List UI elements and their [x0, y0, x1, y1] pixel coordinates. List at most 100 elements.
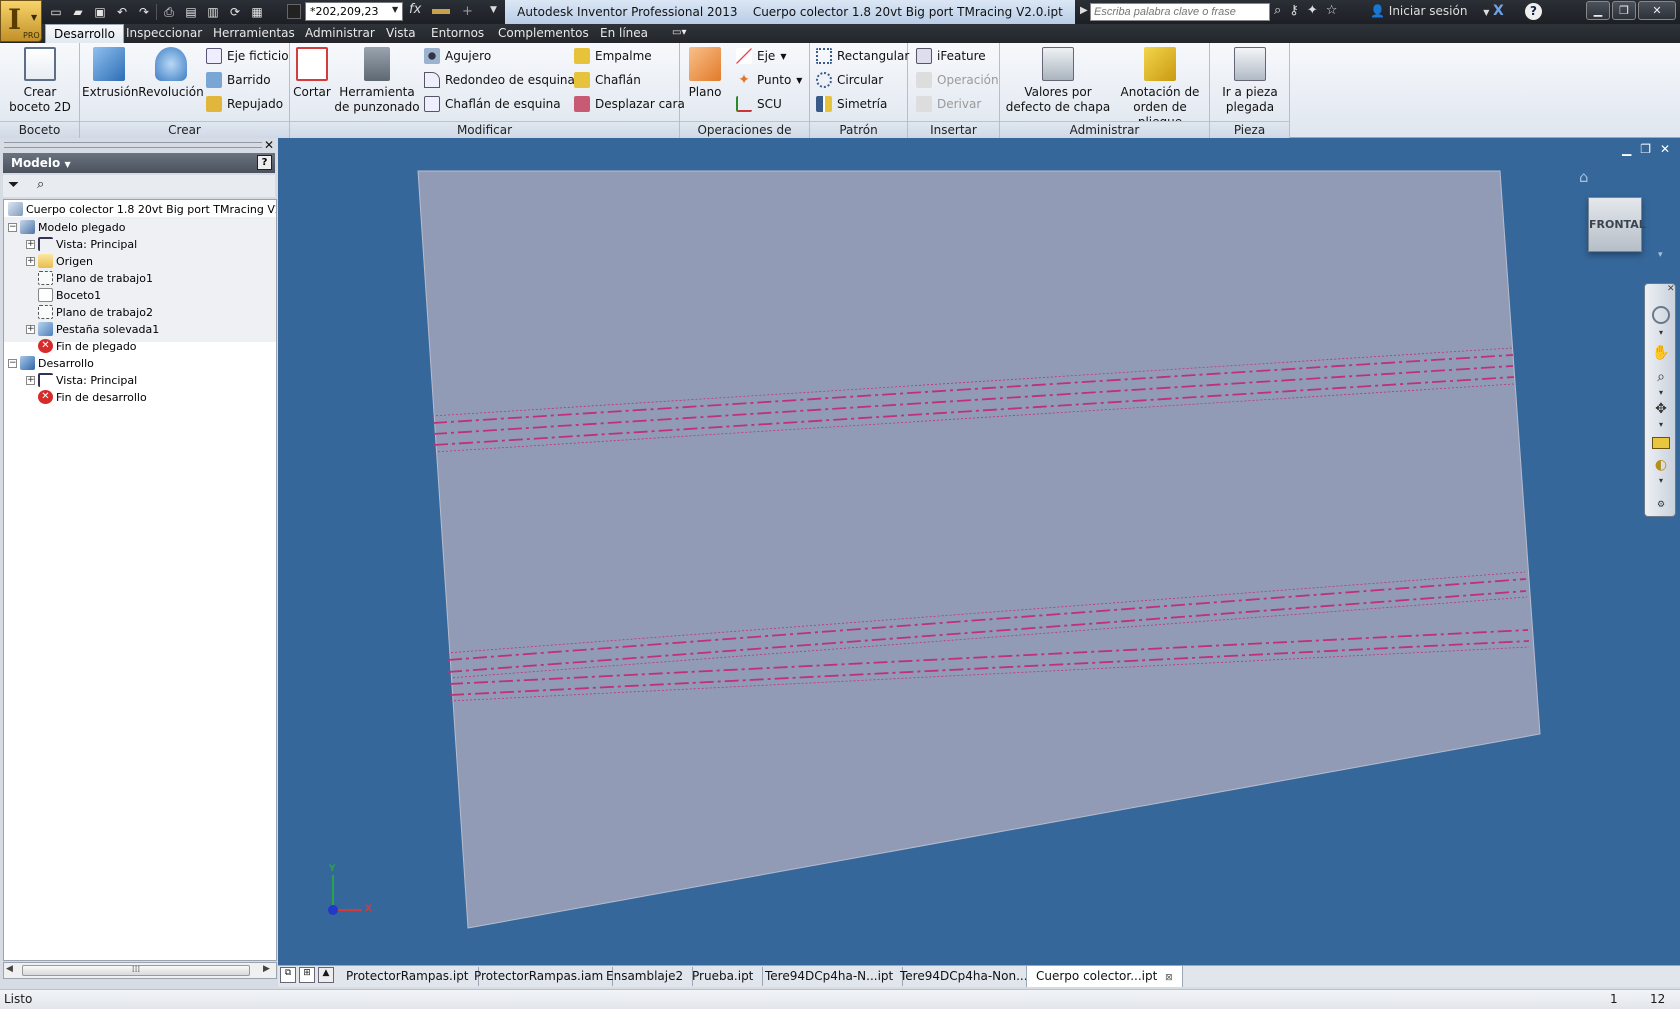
open-folder-icon[interactable]: ▰ — [68, 3, 88, 21]
document-tab-active[interactable]: Cuerpo colector...ipt ⊠ — [1026, 965, 1183, 987]
scroll-right-icon[interactable]: ▶ — [263, 964, 270, 974]
properties-icon[interactable]: ▤ — [181, 3, 201, 21]
tab-list-icon[interactable]: ▲ — [318, 967, 334, 983]
restore-icon[interactable]: ❐ — [1640, 142, 1651, 156]
document-tab[interactable]: Tere94DCp4ha-N...ipt — [756, 967, 904, 986]
application-menu-button[interactable]: I ▼ PRO — [0, 0, 42, 42]
collapse-icon[interactable]: − — [8, 222, 17, 232]
tab-herramientas[interactable]: Herramientas — [205, 24, 303, 43]
tree-node-plano-trabajo2[interactable]: Plano de trabajo2 — [38, 303, 153, 321]
key-icon[interactable]: ⚷ — [1289, 3, 1299, 18]
sheet-metal-flat[interactable] — [417, 170, 1541, 929]
viewcube[interactable]: FRONTAL — [1588, 197, 1646, 252]
go-to-folded-button[interactable]: Ir a pieza plegada — [1214, 45, 1286, 115]
close-icon[interactable]: ✕ — [1660, 142, 1670, 156]
chevron-down-icon[interactable]: ▼ — [392, 5, 398, 14]
pan-hand-icon[interactable]: ✋ — [1652, 344, 1670, 362]
extrusion-button[interactable]: Extrusión — [82, 45, 138, 100]
tree-node-desarrollo[interactable]: − Desarrollo — [8, 354, 94, 372]
restore-button[interactable]: ❐ — [1612, 1, 1636, 20]
document-tab[interactable]: Ensamblaje2 — [597, 967, 694, 986]
measure-icon[interactable] — [432, 9, 450, 14]
select-icon[interactable]: ▦ — [247, 3, 267, 21]
create-sketch-button[interactable]: Crear boceto 2D — [6, 45, 74, 115]
binoculars-icon[interactable]: ⌕ — [37, 177, 44, 192]
operation-button[interactable]: Operación — [916, 69, 999, 91]
tab-en-linea[interactable]: En línea — [592, 24, 656, 43]
mirror-button[interactable]: Simetría — [816, 93, 887, 115]
steering-wheel-icon[interactable] — [1652, 306, 1670, 324]
revolve-button[interactable]: Revolución — [138, 45, 204, 100]
minimize-icon[interactable]: ▁ — [1622, 142, 1631, 156]
document-tab[interactable]: ProtectorRampas.ipt — [337, 967, 479, 986]
document-tab[interactable]: Tere94DCp4ha-Non... — [891, 967, 1038, 986]
undo-icon[interactable]: ↶ — [112, 3, 132, 21]
viewcube-menu-icon[interactable]: ▾ — [1658, 250, 1663, 260]
panel-grip[interactable] — [4, 142, 262, 148]
expand-icon[interactable]: + — [26, 375, 35, 385]
circular-pattern-button[interactable]: Circular — [816, 69, 883, 91]
tree-node-vista-principal-2[interactable]: + Vista: Principal — [26, 371, 137, 389]
tree-node-boceto1[interactable]: Boceto1 — [38, 286, 101, 304]
customize-icon[interactable]: ⚙ — [1652, 496, 1670, 514]
scroll-thumb[interactable]: ⁞⁞⁞ — [22, 965, 250, 976]
exchange-apps-icon[interactable]: X — [1493, 3, 1504, 19]
chamfer-button[interactable]: Chaflán — [574, 69, 641, 91]
document-tab[interactable]: ProtectorRampas.iam — [465, 967, 614, 986]
bend-order-button[interactable]: Anotación de orden de pliegue — [1112, 45, 1208, 130]
move-face-button[interactable]: Desplazar cara — [574, 93, 685, 115]
tab-vista[interactable]: Vista — [378, 24, 424, 43]
new-file-icon[interactable]: ▭ — [46, 3, 66, 21]
chevron-down-icon[interactable]: ▾ — [1652, 416, 1670, 434]
plus-icon[interactable]: + — [462, 4, 473, 19]
browser-header[interactable]: Modelo ▼ — [3, 153, 275, 173]
sweep-button[interactable]: Barrido — [206, 69, 271, 91]
tree-node-fin-plegado[interactable]: ✕ Fin de plegado — [38, 337, 137, 355]
expand-icon[interactable]: + — [26, 239, 35, 249]
satellite-icon[interactable]: ✦ — [1307, 3, 1318, 18]
color-swatch-icon[interactable] — [287, 4, 301, 19]
emboss-button[interactable]: Repujado — [206, 93, 283, 115]
cascade-windows-icon[interactable]: ⧉ — [280, 967, 296, 983]
save-icon[interactable]: ▣ — [90, 3, 110, 21]
graphics-viewport[interactable]: Y X — [278, 138, 1680, 965]
corner-chamfer-button[interactable]: Chaflán de esquina — [424, 93, 561, 115]
view-face-icon[interactable] — [1652, 437, 1670, 449]
filter-icon[interactable]: ⏷ — [8, 177, 19, 193]
tab-entornos[interactable]: Entornos — [423, 24, 492, 43]
tab-desarrollo[interactable]: Desarrollo — [45, 24, 124, 43]
home-view-icon[interactable]: ⌂ — [1579, 168, 1589, 186]
axis-button[interactable]: Eje ▼ — [736, 45, 786, 67]
eje-ficticio-button[interactable]: Eje ficticio — [206, 45, 289, 67]
tab-administrar[interactable]: Administrar — [297, 24, 383, 43]
chevron-down-icon[interactable]: ▾ — [1652, 324, 1670, 342]
ribbon-toggle-icon[interactable]: ▭▾ — [672, 27, 686, 38]
binoculars-icon[interactable]: ⌕ — [1274, 3, 1281, 18]
search-expand-icon[interactable]: ▶ — [1080, 5, 1088, 16]
close-icon[interactable]: ✕ — [1667, 284, 1675, 294]
document-tab[interactable]: Prueba.ipt — [683, 967, 764, 986]
cut-button[interactable]: Cortar — [292, 45, 332, 100]
material-dropdown[interactable]: *202,209,23 — [305, 2, 403, 21]
update-icon[interactable]: ⟳ — [225, 3, 245, 21]
parameters-fx-icon[interactable]: fx — [409, 2, 421, 17]
close-button[interactable]: ✕ — [1638, 1, 1676, 20]
redo-icon[interactable]: ↷ — [134, 3, 154, 21]
close-icon[interactable]: ✕ — [264, 138, 274, 152]
tree-node-part[interactable]: Cuerpo colector 1.8 20vt Big port TMraci… — [8, 200, 276, 218]
tree-node-pestana-solevada1[interactable]: + Pestaña solevada1 — [26, 320, 159, 338]
plane-button[interactable]: Plano — [684, 45, 726, 100]
customize-qat-icon[interactable]: ▼ — [490, 5, 497, 15]
point-button[interactable]: ✦ Punto ▼ — [736, 69, 802, 91]
search-input[interactable] — [1090, 3, 1270, 21]
print-icon[interactable]: ⎙ — [159, 3, 179, 21]
star-icon[interactable]: ☆ — [1326, 3, 1338, 18]
tile-windows-icon[interactable]: ⊞ — [299, 967, 315, 983]
fillet-button[interactable]: Empalme — [574, 45, 652, 67]
browser-help-icon[interactable]: ? — [257, 155, 272, 170]
rectangular-pattern-button[interactable]: Rectangular — [816, 45, 909, 67]
tree-node-modelo-plegado[interactable]: − Modelo plegado — [8, 218, 126, 236]
ifeature-button[interactable]: iFeature — [916, 45, 986, 67]
punch-tool-button[interactable]: Herramienta de punzonado — [334, 45, 420, 115]
sign-in-button[interactable]: 👤 Iniciar sesión ▼ — [1370, 4, 1489, 18]
